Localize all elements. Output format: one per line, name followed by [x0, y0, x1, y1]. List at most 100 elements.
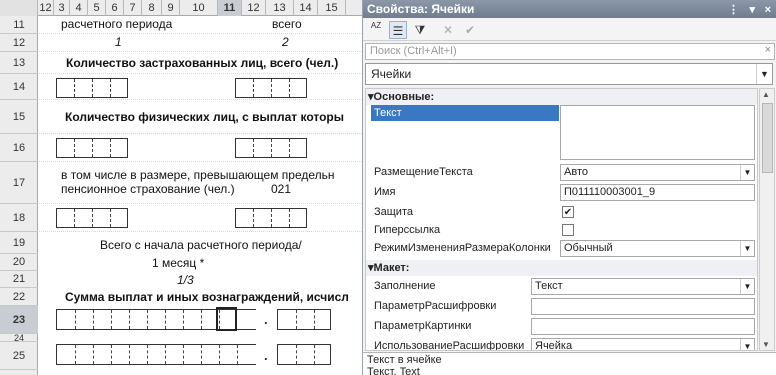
- group-layout[interactable]: ▾Макет:: [366, 260, 757, 276]
- name-field[interactable]: П011110003001_9: [560, 184, 755, 201]
- row-header[interactable]: 22: [0, 288, 38, 306]
- digit-boxes[interactable]: [235, 138, 307, 158]
- cell-text[interactable]: Количество застрахованных лиц, всего (че…: [66, 56, 338, 70]
- chevron-down-icon[interactable]: ▼: [740, 279, 754, 294]
- picture-param-field[interactable]: [531, 318, 755, 335]
- property-list-scrollbar[interactable]: ▲ ▼: [759, 88, 775, 351]
- digit-boxes[interactable]: [56, 78, 128, 98]
- digit-boxes[interactable]: [56, 344, 256, 365]
- cell-text[interactable]: в том числе в размере, превышающем преде…: [61, 168, 335, 182]
- cell-text[interactable]: всего: [272, 17, 302, 31]
- chevron-down-icon[interactable]: ▼: [740, 339, 754, 350]
- scroll-thumb[interactable]: [762, 103, 773, 173]
- row-header[interactable]: 14: [0, 74, 38, 100]
- row-header-selected[interactable]: 23: [0, 306, 38, 334]
- cell-grid[interactable]: расчетного периода всего 1 2 Количество …: [39, 16, 362, 375]
- row-header[interactable]: 18: [0, 204, 38, 232]
- close-icon[interactable]: ×: [765, 1, 771, 19]
- protection-checkbox[interactable]: ✔: [562, 206, 574, 218]
- col-header[interactable]: 13: [266, 0, 294, 16]
- prop-label[interactable]: ПараметрРасшифровки: [374, 300, 496, 312]
- digit-boxes[interactable]: [235, 78, 307, 98]
- col-header[interactable]: 6: [106, 0, 124, 16]
- decode-param-field[interactable]: [531, 298, 755, 315]
- apply-icon[interactable]: ✔: [461, 21, 479, 39]
- group-basic[interactable]: ▾Основные:: [366, 89, 757, 105]
- digit-boxes[interactable]: [235, 208, 307, 228]
- prop-label[interactable]: РазмещениеТекста: [374, 166, 473, 178]
- row-header[interactable]: 11: [0, 16, 38, 34]
- cell-text[interactable]: Количество физических лиц, с выплат кото…: [65, 110, 344, 124]
- col-header[interactable]: 15: [318, 0, 346, 16]
- prop-label[interactable]: Гиперссылка: [374, 224, 440, 236]
- row-header[interactable]: 25: [0, 342, 38, 370]
- cell-text[interactable]: 1 месяц *: [152, 256, 204, 270]
- col-header[interactable]: 12: [38, 0, 54, 16]
- colresize-select[interactable]: Обычный ▼: [560, 240, 755, 257]
- digit-boxes[interactable]: [56, 138, 128, 158]
- col-header[interactable]: [346, 0, 362, 16]
- row-header[interactable]: 13: [0, 52, 38, 74]
- col-header[interactable]: 4: [70, 0, 88, 16]
- search-input[interactable]: Поиск (Ctrl+Alt+I) ×: [365, 43, 775, 60]
- col-header[interactable]: 14: [294, 0, 318, 16]
- row-header[interactable]: 15: [0, 100, 38, 134]
- prop-label[interactable]: Имя: [374, 186, 395, 198]
- cell-text[interactable]: 2: [282, 35, 289, 49]
- digit-boxes[interactable]: [277, 309, 331, 330]
- prop-label[interactable]: ПараметрКартинки: [374, 320, 471, 332]
- clear-search-icon[interactable]: ×: [765, 44, 771, 56]
- cell-text[interactable]: Сумма выплат и иных вознаграждений, исчи…: [65, 290, 349, 304]
- col-header[interactable]: 7: [124, 0, 142, 16]
- cell-text[interactable]: расчетного периода: [61, 17, 172, 31]
- active-cell-cursor[interactable]: [216, 307, 237, 331]
- corner-cell[interactable]: [0, 0, 38, 16]
- decode-use-select[interactable]: Ячейка ▼: [531, 338, 755, 350]
- row-header[interactable]: 19: [0, 232, 38, 254]
- categories-icon[interactable]: ☰: [389, 21, 407, 39]
- chevron-down-icon[interactable]: ▼: [740, 241, 754, 256]
- row-header[interactable]: 17: [0, 162, 38, 204]
- col-header-selected[interactable]: 11: [218, 0, 242, 16]
- row-header[interactable]: 21: [0, 271, 38, 288]
- col-header[interactable]: 5: [88, 0, 106, 16]
- digit-boxes[interactable]: [277, 344, 331, 365]
- cell-text[interactable]: 1/3: [177, 273, 194, 287]
- clear-icon[interactable]: ✕: [439, 21, 457, 39]
- object-selector[interactable]: Ячейки ▼: [365, 63, 773, 85]
- sort-alpha-icon[interactable]: AZ: [367, 21, 385, 39]
- placement-select[interactable]: Авто ▼: [560, 164, 755, 181]
- row-header[interactable]: 16: [0, 134, 38, 162]
- dropdown-icon[interactable]: ▾: [749, 1, 755, 19]
- prop-label-text[interactable]: Текст: [374, 107, 402, 119]
- scroll-down-icon[interactable]: ▼: [762, 340, 770, 349]
- menu-icon[interactable]: ⋮: [728, 1, 739, 19]
- scroll-up-icon[interactable]: ▲: [762, 90, 770, 99]
- chevron-down-icon[interactable]: ▼: [756, 64, 772, 84]
- filter-icon[interactable]: ⧩: [411, 21, 429, 39]
- hyperlink-checkbox[interactable]: [562, 224, 574, 236]
- cell-code[interactable]: 021: [271, 182, 291, 196]
- cell-text[interactable]: Всего с начала расчетного периода/: [100, 238, 302, 252]
- col-header[interactable]: 9: [162, 0, 180, 16]
- prop-label[interactable]: Защита: [374, 206, 413, 218]
- text-value-editor[interactable]: [560, 105, 755, 160]
- cell-text[interactable]: 1: [115, 35, 122, 49]
- digit-boxes[interactable]: [56, 208, 128, 228]
- panel-title: Свойства: Ячейки: [367, 2, 475, 16]
- row-header[interactable]: 12: [0, 34, 38, 52]
- row-header[interactable]: 24: [0, 334, 38, 343]
- row-header[interactable]: 20: [0, 254, 38, 271]
- spreadsheet[interactable]: 12 3 4 5 6 7 8 9 10 11 12 13 14 15 11 12…: [0, 0, 362, 375]
- property-list[interactable]: ▾Основные: Текст РазмещениеТекста Авто ▼ …: [365, 88, 758, 351]
- fill-select[interactable]: Текст ▼: [531, 278, 755, 295]
- col-header[interactable]: 3: [54, 0, 70, 16]
- prop-label[interactable]: РежимИзмененияРазмераКолонки: [374, 242, 551, 254]
- prop-label[interactable]: Заполнение: [374, 280, 436, 292]
- cell-text[interactable]: пенсионное страхование (чел.): [61, 182, 235, 196]
- chevron-down-icon[interactable]: ▼: [740, 165, 754, 180]
- col-header[interactable]: 8: [142, 0, 162, 16]
- prop-label[interactable]: ИспользованиеРасшифровки: [374, 340, 524, 350]
- col-header[interactable]: 10: [180, 0, 218, 16]
- col-header[interactable]: 12: [242, 0, 266, 16]
